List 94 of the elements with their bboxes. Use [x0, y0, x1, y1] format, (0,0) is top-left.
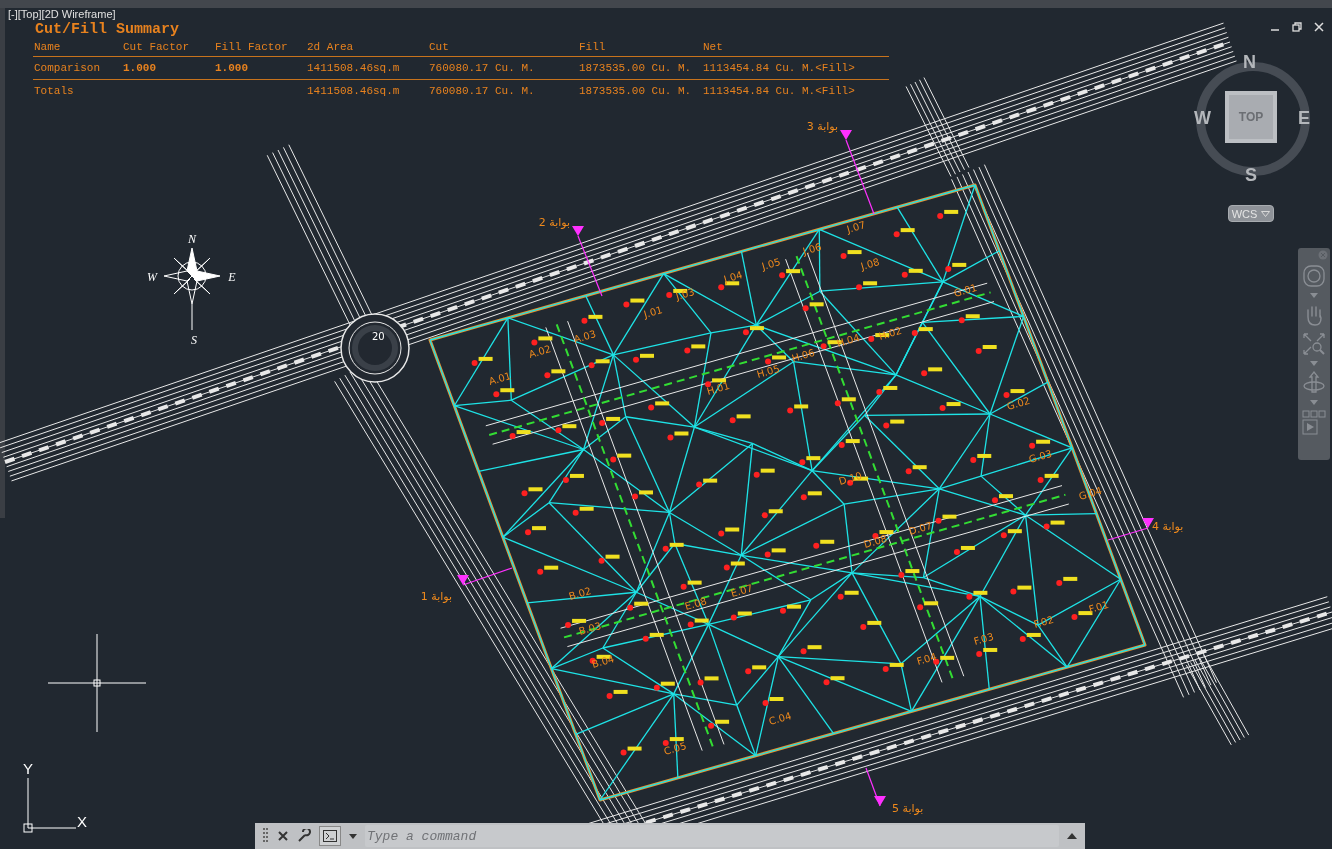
plot-label: D.10	[837, 469, 864, 487]
table-cell-text: 1.000	[215, 62, 249, 74]
plot-label: G.01	[952, 281, 979, 299]
plot-label: E.08	[683, 595, 708, 612]
compass-letter[interactable]: N	[1243, 53, 1256, 71]
column-header: Cut Factor	[123, 41, 190, 53]
table-cell-text: 1.000	[123, 62, 157, 74]
ucs-axis-label: Y	[23, 760, 33, 777]
column-header: Net	[703, 41, 724, 53]
plot-label: D.08	[862, 532, 889, 550]
caret-icon	[1261, 210, 1271, 217]
compass-letter[interactable]: S	[1245, 166, 1257, 184]
compass-letter: N	[188, 232, 196, 246]
column-header: Cut	[429, 41, 450, 53]
orbit-icon[interactable]	[1302, 371, 1326, 395]
showmotion-icon[interactable]	[1302, 410, 1326, 436]
plot-label: G.02	[1005, 394, 1032, 412]
plot-label: H.04	[835, 331, 861, 349]
restore-icon[interactable]	[1292, 22, 1302, 32]
gate-marker-icon	[572, 226, 603, 297]
summary-title: Cut/Fill Summary	[34, 22, 180, 38]
plot-label: C.04	[767, 710, 793, 727]
plot-label: H.06	[790, 346, 816, 364]
plot-label: G.03	[1027, 447, 1054, 465]
viewport-controls-label[interactable]: [-][Top][2D Wireframe]	[8, 8, 116, 21]
caret-icon[interactable]	[349, 833, 357, 839]
compass-letter: S	[191, 333, 197, 347]
gate-label: 2 بوابة	[538, 216, 570, 229]
plot-label: J.06	[801, 241, 823, 257]
wrench-icon[interactable]	[297, 829, 311, 843]
gate-label: 5 بوابة	[892, 802, 924, 815]
plot-label: H.05	[755, 362, 781, 380]
table-cell-text: Comparison	[34, 62, 101, 74]
plot-label: E.07	[729, 582, 754, 599]
ucs-axis-label: X	[77, 813, 87, 830]
table-cell-text: 760080.17 Cu. M.	[429, 85, 536, 97]
table-cell-text: 1113454.84 Cu. M.<Fill>	[703, 85, 856, 97]
compass-letter[interactable]: E	[1298, 109, 1310, 127]
table-cell-text: 1873535.00 Cu. M.	[579, 62, 693, 74]
plot-label: J.03	[674, 286, 696, 302]
steering-wheel-icon[interactable]	[1302, 264, 1326, 288]
compass-letter: E	[228, 270, 236, 284]
column-header: Fill Factor	[215, 41, 289, 53]
plot-label: J.07	[845, 219, 867, 235]
compass-letter[interactable]: W	[1194, 109, 1211, 127]
plot-label: H.02	[877, 324, 903, 342]
column-header: Fill	[579, 41, 607, 53]
plot-label: C.05	[662, 740, 688, 757]
gate-label: 4 بوابة	[1152, 520, 1184, 533]
zoom-extents-icon[interactable]	[1302, 332, 1326, 356]
gate-marker-icon	[1107, 518, 1154, 541]
plot-label: J.01	[642, 304, 664, 320]
compass-letter: W	[147, 270, 157, 284]
column-header: 2d Area	[307, 41, 355, 53]
plot-label: F.02	[1032, 613, 1055, 630]
plot-label: H.01	[705, 379, 731, 397]
roundabout-drawing	[340, 313, 410, 383]
plot-label: G.04	[1077, 484, 1104, 502]
table-cell-text: 1113454.84 Cu. M.<Fill>	[703, 62, 856, 74]
plot-label: J.04	[722, 269, 744, 285]
table-cell-text: Totals	[34, 85, 75, 97]
history-up-arrow-icon[interactable]	[1067, 833, 1077, 839]
viewcube-top-face[interactable]: TOP	[1225, 91, 1277, 143]
gate-marker-icon	[865, 767, 886, 807]
plot-label: J.05	[760, 256, 782, 272]
plot-label: A.01	[487, 370, 513, 387]
plot-label: B.04	[590, 653, 616, 670]
gate-marker-icon	[840, 130, 875, 215]
coordinate-system-menu[interactable]: WCS	[1228, 205, 1274, 222]
command-input-field[interactable]: Type a command	[365, 825, 1059, 847]
plot-label: B.03	[577, 620, 603, 637]
command-line-bar[interactable]: Type a command	[255, 823, 1085, 849]
table-cell-text: 1411508.46sq.m	[307, 85, 401, 97]
command-prompt-icon[interactable]	[319, 826, 341, 846]
column-header: Name	[34, 41, 62, 53]
plot-label: A.02	[527, 343, 553, 360]
table-cell-text: 1873535.00 Cu. M.	[579, 85, 693, 97]
plot-label: F.01	[1087, 598, 1110, 615]
close-icon[interactable]	[277, 830, 289, 842]
crosshair-cursor-icon	[47, 633, 147, 733]
plot-label: A.03	[572, 328, 598, 345]
grip-icon[interactable]	[263, 827, 269, 845]
ucs-axes-icon	[23, 777, 77, 833]
gate-label: 1 بوابة	[420, 590, 452, 603]
table-cell-text: 1411508.46sq.m	[307, 62, 401, 74]
plot-label: J.08	[859, 256, 881, 272]
gate-label: 3 بوابة	[806, 120, 838, 133]
roundabout-label: 20	[372, 331, 385, 342]
plot-label: F.03	[972, 630, 995, 647]
table-cell-text: 760080.17 Cu. M.	[429, 62, 536, 74]
plot-label: F.04	[915, 650, 938, 667]
plot-label: B.02	[567, 585, 593, 602]
plot-label: D.07	[907, 519, 934, 537]
gate-marker-icon	[457, 567, 513, 586]
